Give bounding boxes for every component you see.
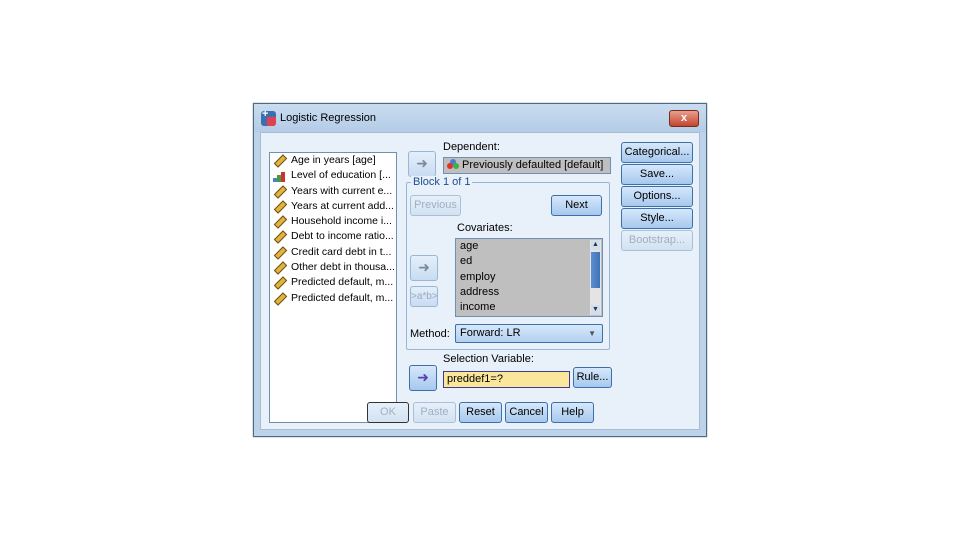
variable-item[interactable]: Predicted default, m... <box>270 275 396 291</box>
window-title: Logistic Regression <box>280 112 376 124</box>
variable-item[interactable]: Years with current e... <box>270 184 396 199</box>
scale-ruler-icon <box>273 154 288 168</box>
help-button[interactable]: Help <box>551 402 594 423</box>
arrow-left-icon: ➜ <box>417 369 429 385</box>
scale-ruler-icon <box>273 291 288 306</box>
variable-item[interactable]: Predicted default, m... <box>270 291 396 306</box>
variable-item[interactable]: Other debt in thousa... <box>270 260 396 275</box>
bootstrap-button[interactable]: Bootstrap... <box>621 230 693 251</box>
selection-variable-label: Selection Variable: <box>443 353 534 365</box>
dialog-body: Age in years [age] Level of education [..… <box>260 132 700 430</box>
covariate-item[interactable]: ed <box>456 254 602 269</box>
app-icon <box>261 111 276 126</box>
rule-button[interactable]: Rule... <box>573 367 612 388</box>
scroll-thumb[interactable] <box>591 252 600 288</box>
scroll-up-icon[interactable]: ▲ <box>591 240 600 250</box>
style-button[interactable]: Style... <box>621 208 693 229</box>
arrow-right-icon: ➜ <box>416 155 428 171</box>
interaction-button[interactable]: >a*b> <box>410 286 438 307</box>
block-label: Block 1 of 1 <box>411 176 473 188</box>
cancel-button[interactable]: Cancel <box>505 402 548 423</box>
scale-ruler-icon <box>273 276 288 291</box>
scale-ruler-icon <box>273 184 288 199</box>
method-select[interactable]: Forward: LR ▼ <box>455 324 603 343</box>
variable-list[interactable]: Age in years [age] Level of education [..… <box>269 152 397 423</box>
paste-button[interactable]: Paste <box>413 402 456 423</box>
close-button[interactable]: x <box>669 110 699 127</box>
move-to-covariates-button[interactable]: ➜ <box>410 255 438 281</box>
block-group: Block 1 of 1 Previous Next Covariates: a… <box>406 176 610 350</box>
dependent-label: Dependent: <box>443 141 500 153</box>
variable-item[interactable]: Years at current add... <box>270 199 396 214</box>
next-button[interactable]: Next <box>551 195 602 216</box>
scale-ruler-icon <box>273 261 288 275</box>
previous-button[interactable]: Previous <box>410 195 461 216</box>
covariates-scrollbar[interactable]: ▲ ▼ <box>590 240 601 315</box>
scale-ruler-icon <box>273 230 288 245</box>
categorical-button[interactable]: Categorical... <box>621 142 693 163</box>
covariate-item[interactable]: income <box>456 300 602 315</box>
save-button[interactable]: Save... <box>621 164 693 185</box>
covariate-item[interactable]: address <box>456 285 602 300</box>
variable-item[interactable]: Debt to income ratio... <box>270 229 396 245</box>
move-to-dependent-button[interactable]: ➜ <box>408 151 436 177</box>
scroll-down-icon[interactable]: ▼ <box>591 305 600 315</box>
scale-ruler-icon <box>273 215 288 229</box>
title-bar[interactable]: Logistic Regression x <box>254 104 706 132</box>
options-button[interactable]: Options... <box>621 186 693 207</box>
variable-item[interactable]: Household income i... <box>270 214 396 229</box>
variable-item[interactable]: Credit card debt in t... <box>270 245 396 260</box>
covariates-list[interactable]: age ed employ address income ▲ ▼ <box>455 238 603 317</box>
scale-ruler-icon <box>273 200 288 214</box>
method-label: Method: <box>410 328 450 340</box>
nominal-icon <box>447 159 459 169</box>
logistic-regression-dialog: Logistic Regression x Age in years [age]… <box>253 103 707 437</box>
variable-item[interactable]: Age in years [age] <box>270 153 396 168</box>
covariates-label: Covariates: <box>457 222 513 234</box>
covariate-item[interactable]: age <box>456 239 602 254</box>
scale-ruler-icon <box>273 246 288 260</box>
move-to-selection-button[interactable]: ➜ <box>409 365 437 391</box>
variable-item[interactable]: Level of education [... <box>270 168 396 183</box>
reset-button[interactable]: Reset <box>459 402 502 423</box>
chevron-down-icon: ▼ <box>588 329 596 338</box>
ordinal-bars-icon <box>273 172 286 183</box>
arrow-right-icon: ➜ <box>418 259 430 275</box>
covariate-item[interactable]: employ <box>456 270 602 285</box>
ok-button[interactable]: OK <box>367 402 409 423</box>
dependent-field[interactable]: Previously defaulted [default] <box>443 157 611 174</box>
selection-variable-field[interactable]: preddef1=? <box>443 371 570 388</box>
